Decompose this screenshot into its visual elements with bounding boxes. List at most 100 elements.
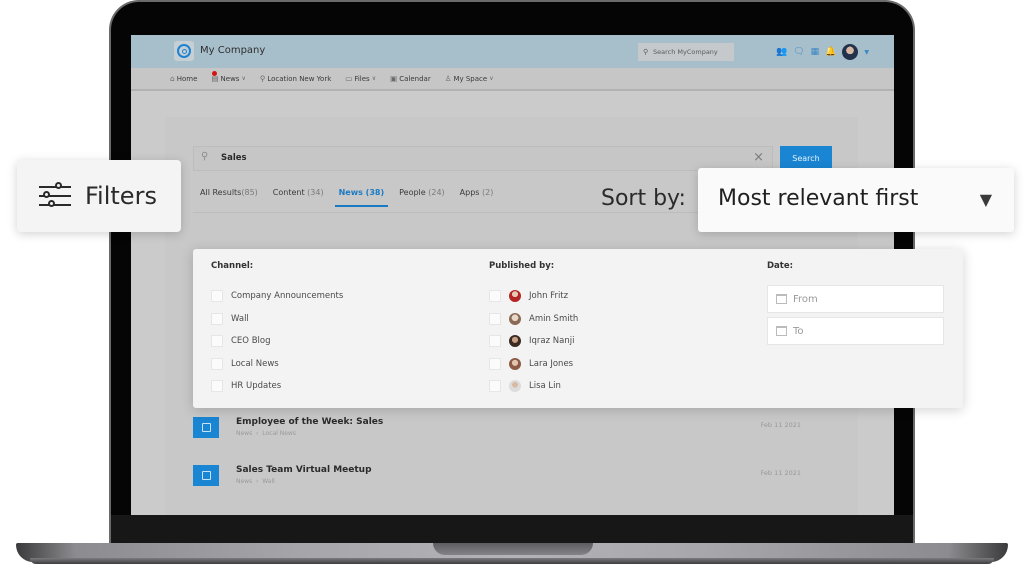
laptop-notch [433,543,593,555]
tab-count: (24) [428,188,445,197]
tab-people[interactable]: People (24) [399,188,445,207]
date-from-input[interactable]: From [767,285,944,313]
people-icon[interactable]: 👥 [776,45,787,59]
chat-icon[interactable]: 🗨 [793,45,804,59]
channel-option[interactable]: Wall [211,308,343,331]
checkbox[interactable] [211,335,223,348]
nav-item-files[interactable]: ▭ Files ∨ [345,74,376,83]
checkbox[interactable] [489,357,501,370]
result-title[interactable]: Employee of the Week: Sales [236,417,383,427]
author-option[interactable]: Lara Jones [489,353,578,376]
tab-label: News [338,188,363,197]
result-item[interactable]: Employee of the Week: Sales News › Local… [193,417,832,457]
option-label: Amin Smith [529,313,579,324]
global-search-input[interactable]: ⚲ Search MyCompany [638,43,734,61]
crumb-leaf: Local News [262,430,296,437]
author-option[interactable]: John Fritz [489,285,578,308]
chevron-down-icon: ∨ [371,75,377,82]
search-icon: ⚲ [643,48,649,56]
filters-button[interactable]: Filters [17,160,181,232]
result-breadcrumb: News › Wall [236,478,275,485]
company-logo[interactable] [174,41,194,61]
main-nav: ⌂ Home ▤ News ∨ ⚲ Location New York ▭ Fi… [131,68,894,91]
tab-label: Content [272,188,305,197]
option-label: Lara Jones [529,358,574,369]
author-option[interactable]: Iqraz Nanji [489,330,578,353]
calendar-icon: ▣ [390,74,398,83]
published-by-filter: Published by: John Fritz Amin Smith Iqra… [489,261,578,398]
nav-label: My Space [453,74,488,83]
result-title[interactable]: Sales Team Virtual Meetup [236,465,372,475]
option-label: Company Announcements [231,291,344,302]
author-option[interactable]: Lisa Lin [489,375,578,398]
laptop-bezel [111,515,913,545]
checkbox[interactable] [211,312,223,325]
clear-search-icon[interactable]: × [753,150,764,165]
tab-content[interactable]: Content (34) [273,188,324,207]
chevron-down-icon: ∨ [489,75,494,82]
bell-icon[interactable]: 🔔 [825,45,836,59]
nav-label: Home [176,74,198,83]
caret-down-icon[interactable]: ▼ [864,49,869,56]
checkbox[interactable] [489,380,501,393]
tab-label: All Results [200,188,242,197]
tab-count: (38) [365,188,385,197]
search-input[interactable]: ⚲ Sales × [193,146,773,171]
tab-news[interactable]: News (38) [334,188,388,207]
nav-item-my-space[interactable]: ♙ My Space ∨ [445,74,494,83]
checkbox[interactable] [211,290,223,303]
nav-item-home[interactable]: ⌂ Home [170,74,197,83]
channel-option[interactable]: HR Updates [211,375,343,398]
option-label: John Fritz [529,291,569,302]
channel-option[interactable]: Company Announcements [211,285,343,308]
calendar-icon [776,294,787,304]
top-icons: 👥 🗨 ▦ 🔔 ▼ [776,44,869,60]
checkbox[interactable] [211,357,223,370]
nav-label: Calendar [399,74,431,83]
channel-option[interactable]: CEO Blog [211,330,343,353]
option-label: Lisa Lin [529,381,561,392]
checkbox[interactable] [211,380,223,393]
laptop-mockup: My Company ⚲ Search MyCompany 👥 🗨 ▦ 🔔 ▼ … [0,0,1024,573]
author-avatar [509,290,521,303]
option-label: HR Updates [231,381,282,392]
tab-all-results[interactable]: All Results(85) [200,188,258,207]
tab-count: (2) [482,188,494,197]
top-bar: My Company ⚲ Search MyCompany 👥 🗨 ▦ 🔔 ▼ [131,35,894,68]
user-avatar[interactable] [842,44,859,60]
author-option[interactable]: Amin Smith [489,308,578,331]
checkbox[interactable] [489,312,501,325]
date-heading: Date: [767,261,794,271]
tab-label: Apps [459,188,480,197]
date-to-placeholder: To [793,325,804,337]
home-icon: ⌂ [170,74,175,83]
nav-item-location[interactable]: ⚲ Location New York [260,74,331,83]
tab-count: (34) [307,188,324,197]
channel-option[interactable]: Local News [211,353,343,376]
crumb-root: News [236,478,253,485]
sliders-icon [39,182,71,210]
tab-apps[interactable]: Apps (2) [460,188,494,207]
nav-item-calendar[interactable]: ▣ Calendar [390,74,431,83]
chevron-down-icon: ∨ [241,75,246,82]
author-avatar [509,380,521,393]
date-to-input[interactable]: To [767,317,944,345]
news-article-icon [193,417,219,438]
nav-item-news[interactable]: ▤ News ∨ [211,71,246,83]
result-item[interactable]: Sales Team Virtual Meetup News › Wall Fe… [193,465,832,505]
nav-label: Files [354,74,370,83]
option-label: Wall [231,313,249,324]
checkbox[interactable] [489,290,501,303]
crumb-leaf: Wall [262,478,275,485]
option-label: Iqraz Nanji [529,336,575,347]
news-article-icon [193,465,219,486]
search-query: Sales [221,153,247,163]
laptop-base-lip [30,558,994,564]
author-avatar [509,312,521,325]
filters-label: Filters [85,182,157,210]
apps-grid-icon[interactable]: ▦ [811,45,820,59]
checkbox[interactable] [489,335,501,348]
sort-dropdown[interactable]: Most relevant first ▼ [698,168,1014,232]
calendar-icon [776,326,787,336]
author-avatar [509,335,521,348]
